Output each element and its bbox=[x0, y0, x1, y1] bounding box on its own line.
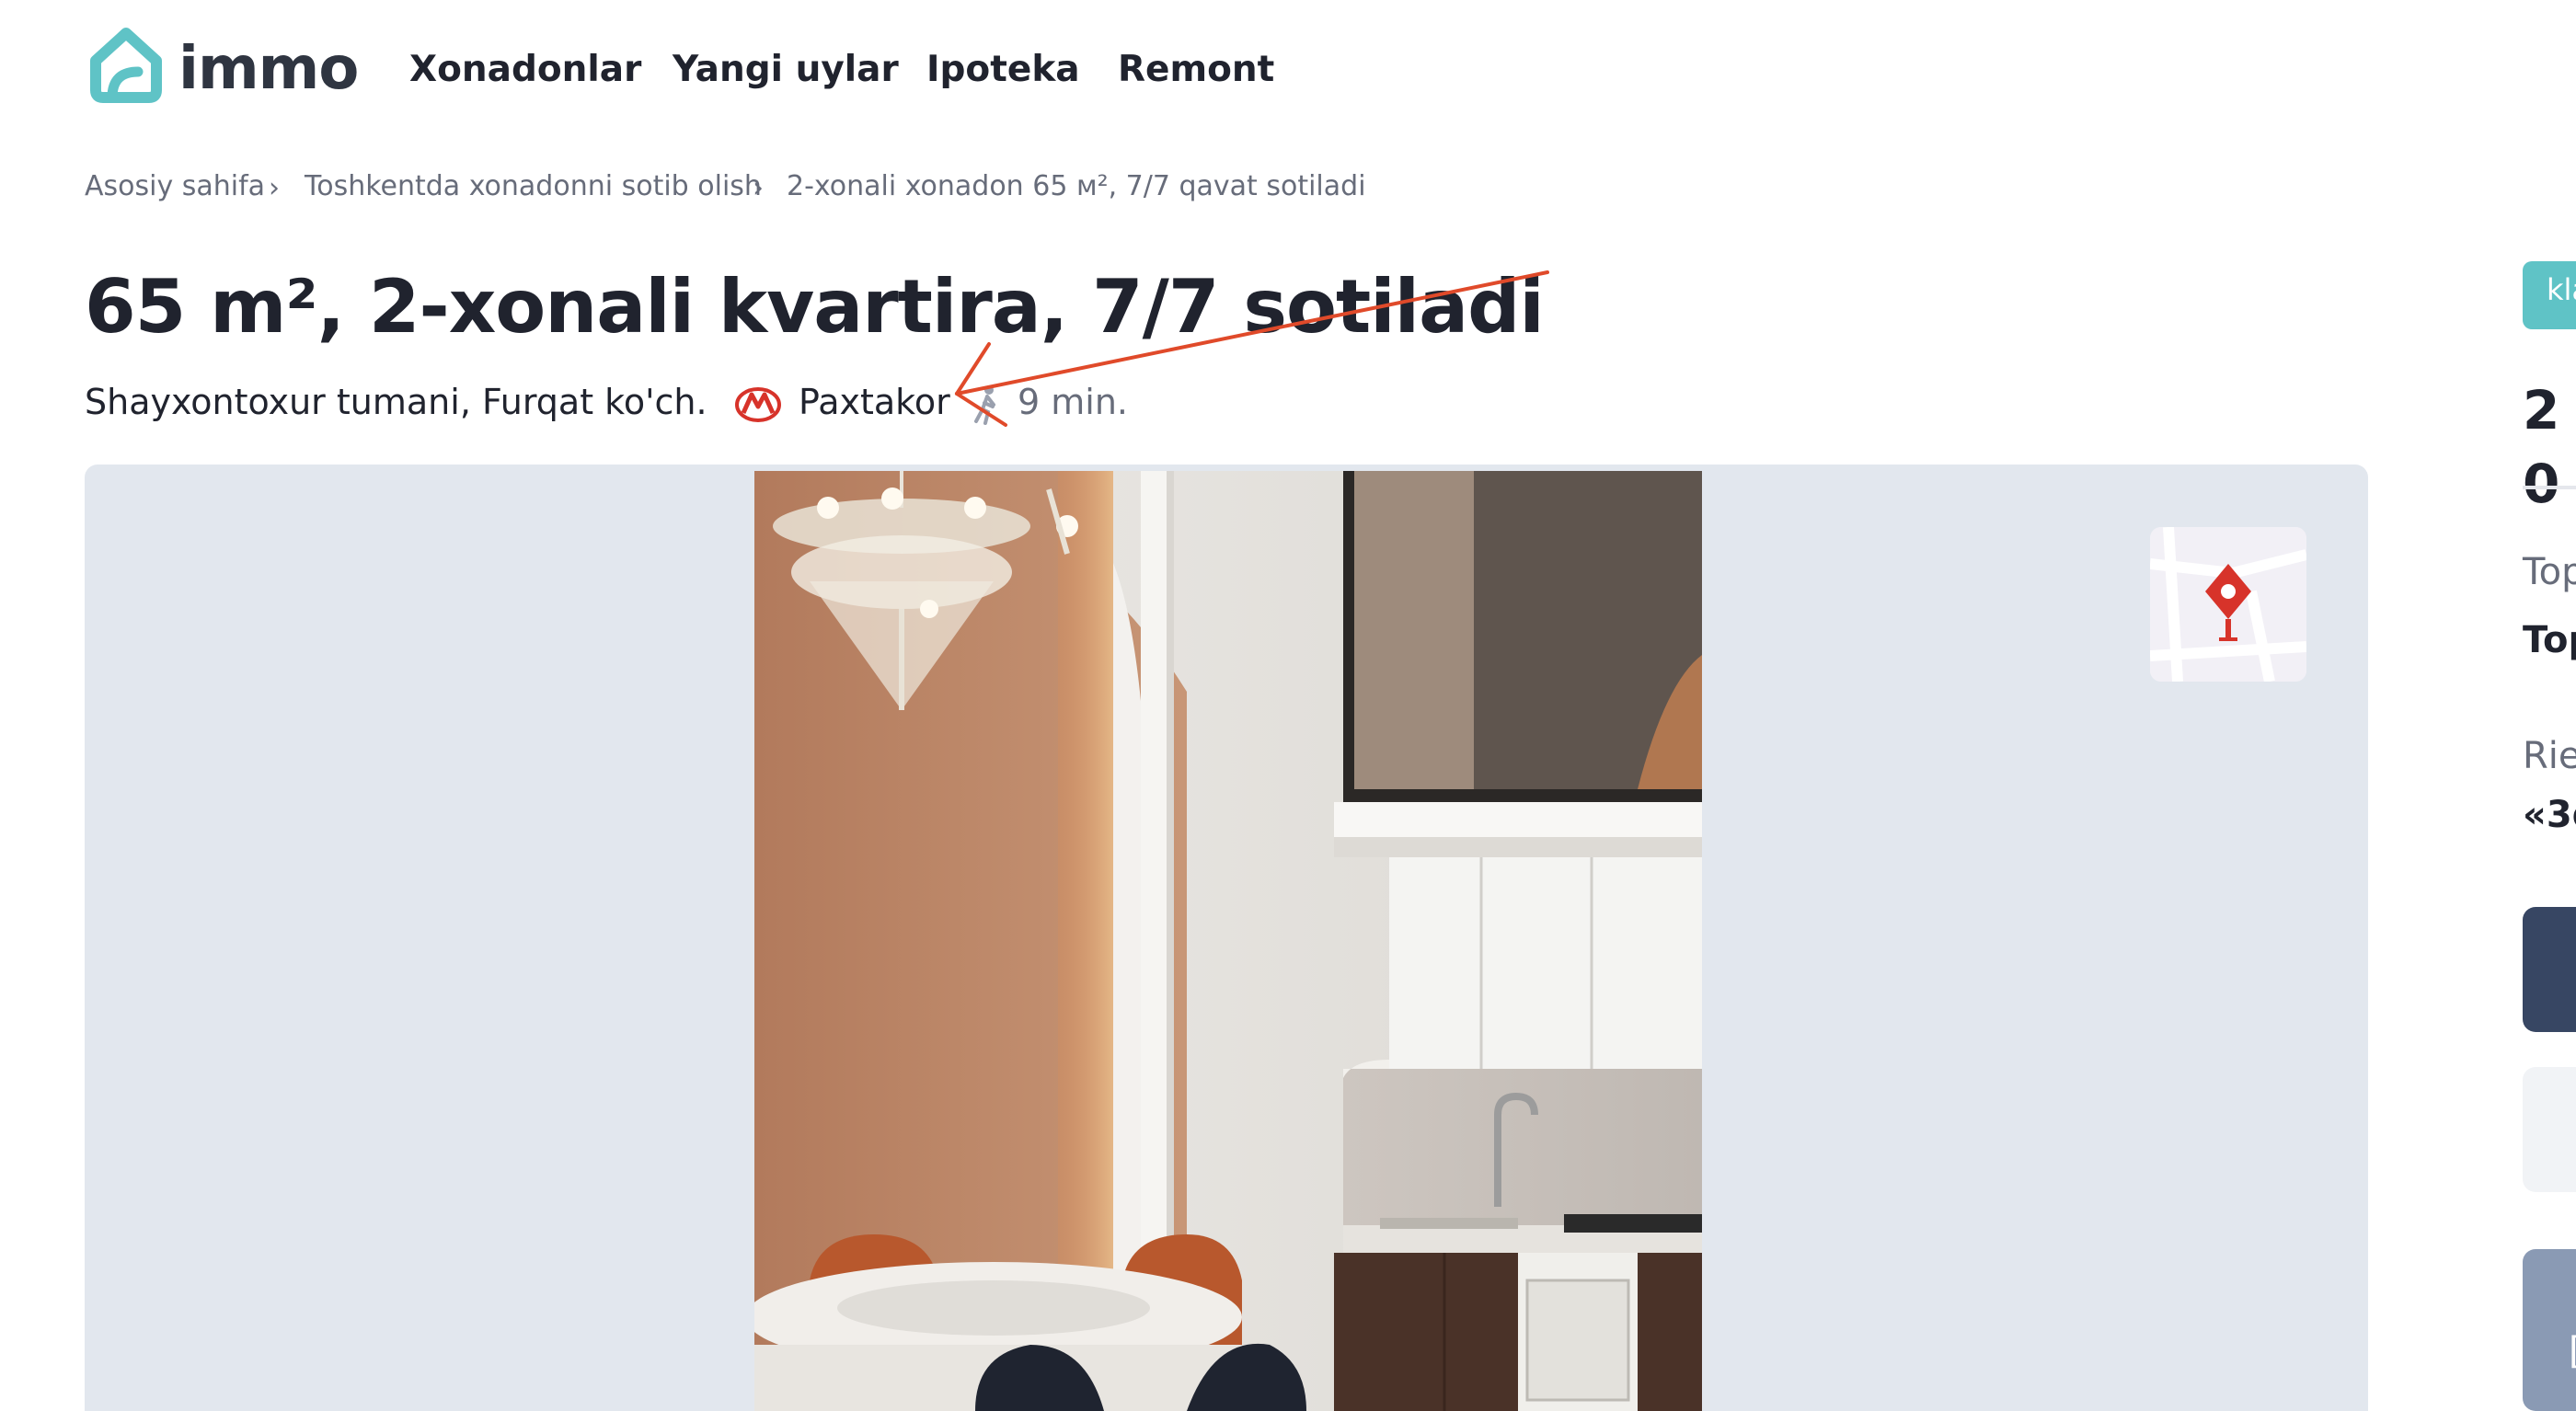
breadcrumb-current: 2-xonali xonadon 65 м², 7/7 qavat sotila… bbox=[787, 170, 1366, 202]
walk-time: 9 min. bbox=[1018, 382, 1128, 422]
page-title: 65 m², 2-xonali kvartira, 7/7 sotiladi bbox=[85, 264, 1545, 350]
price: 2 0 bbox=[2523, 379, 2560, 515]
sidebar-value-1: Top bbox=[2523, 619, 2576, 661]
action-button-label: [ bbox=[2569, 1330, 2576, 1372]
breadcrumb-buy-tashkent[interactable]: Toshkentda xonadonni sotib olish bbox=[305, 167, 762, 206]
metro-station: Paxtakor bbox=[799, 382, 950, 422]
metro-icon bbox=[735, 387, 781, 422]
breadcrumb-home[interactable]: Asosiy sahifa bbox=[85, 167, 265, 206]
nav-ipoteka[interactable]: Ipoteka bbox=[926, 46, 1080, 94]
map-pin-icon bbox=[2150, 527, 2306, 682]
nav-xonadonlar[interactable]: Xonadonlar bbox=[409, 46, 641, 94]
listing-address: Shayxontoxur tumani, Furqat ko'ch. bbox=[85, 382, 707, 422]
sidebar-divider bbox=[2523, 486, 2576, 489]
nav-remont[interactable]: Remont bbox=[1118, 46, 1274, 94]
contact-button[interactable] bbox=[2523, 907, 2576, 1032]
listing-tag: kla bbox=[2523, 261, 2576, 329]
map-thumbnail[interactable] bbox=[2150, 527, 2306, 682]
action-button[interactable]: [ bbox=[2523, 1249, 2576, 1411]
secondary-button[interactable] bbox=[2523, 1067, 2576, 1192]
house-logo-icon[interactable] bbox=[85, 26, 167, 103]
sidebar-label-1: Top bbox=[2523, 551, 2576, 593]
walking-person-icon bbox=[974, 385, 995, 425]
sidebar-label-2: Rie bbox=[2523, 735, 2576, 777]
logo-text[interactable]: immo bbox=[178, 28, 359, 110]
photo-gallery[interactable] bbox=[85, 465, 2368, 1411]
listing-photo[interactable] bbox=[754, 471, 1702, 1411]
breadcrumb-separator: › bbox=[753, 172, 764, 204]
sidebar-value-2: «3d bbox=[2523, 794, 2576, 836]
breadcrumb-separator: › bbox=[269, 172, 280, 204]
nav-yangi-uylar[interactable]: Yangi uylar bbox=[673, 46, 899, 94]
kitchen-photo-illustration bbox=[754, 471, 1702, 1411]
